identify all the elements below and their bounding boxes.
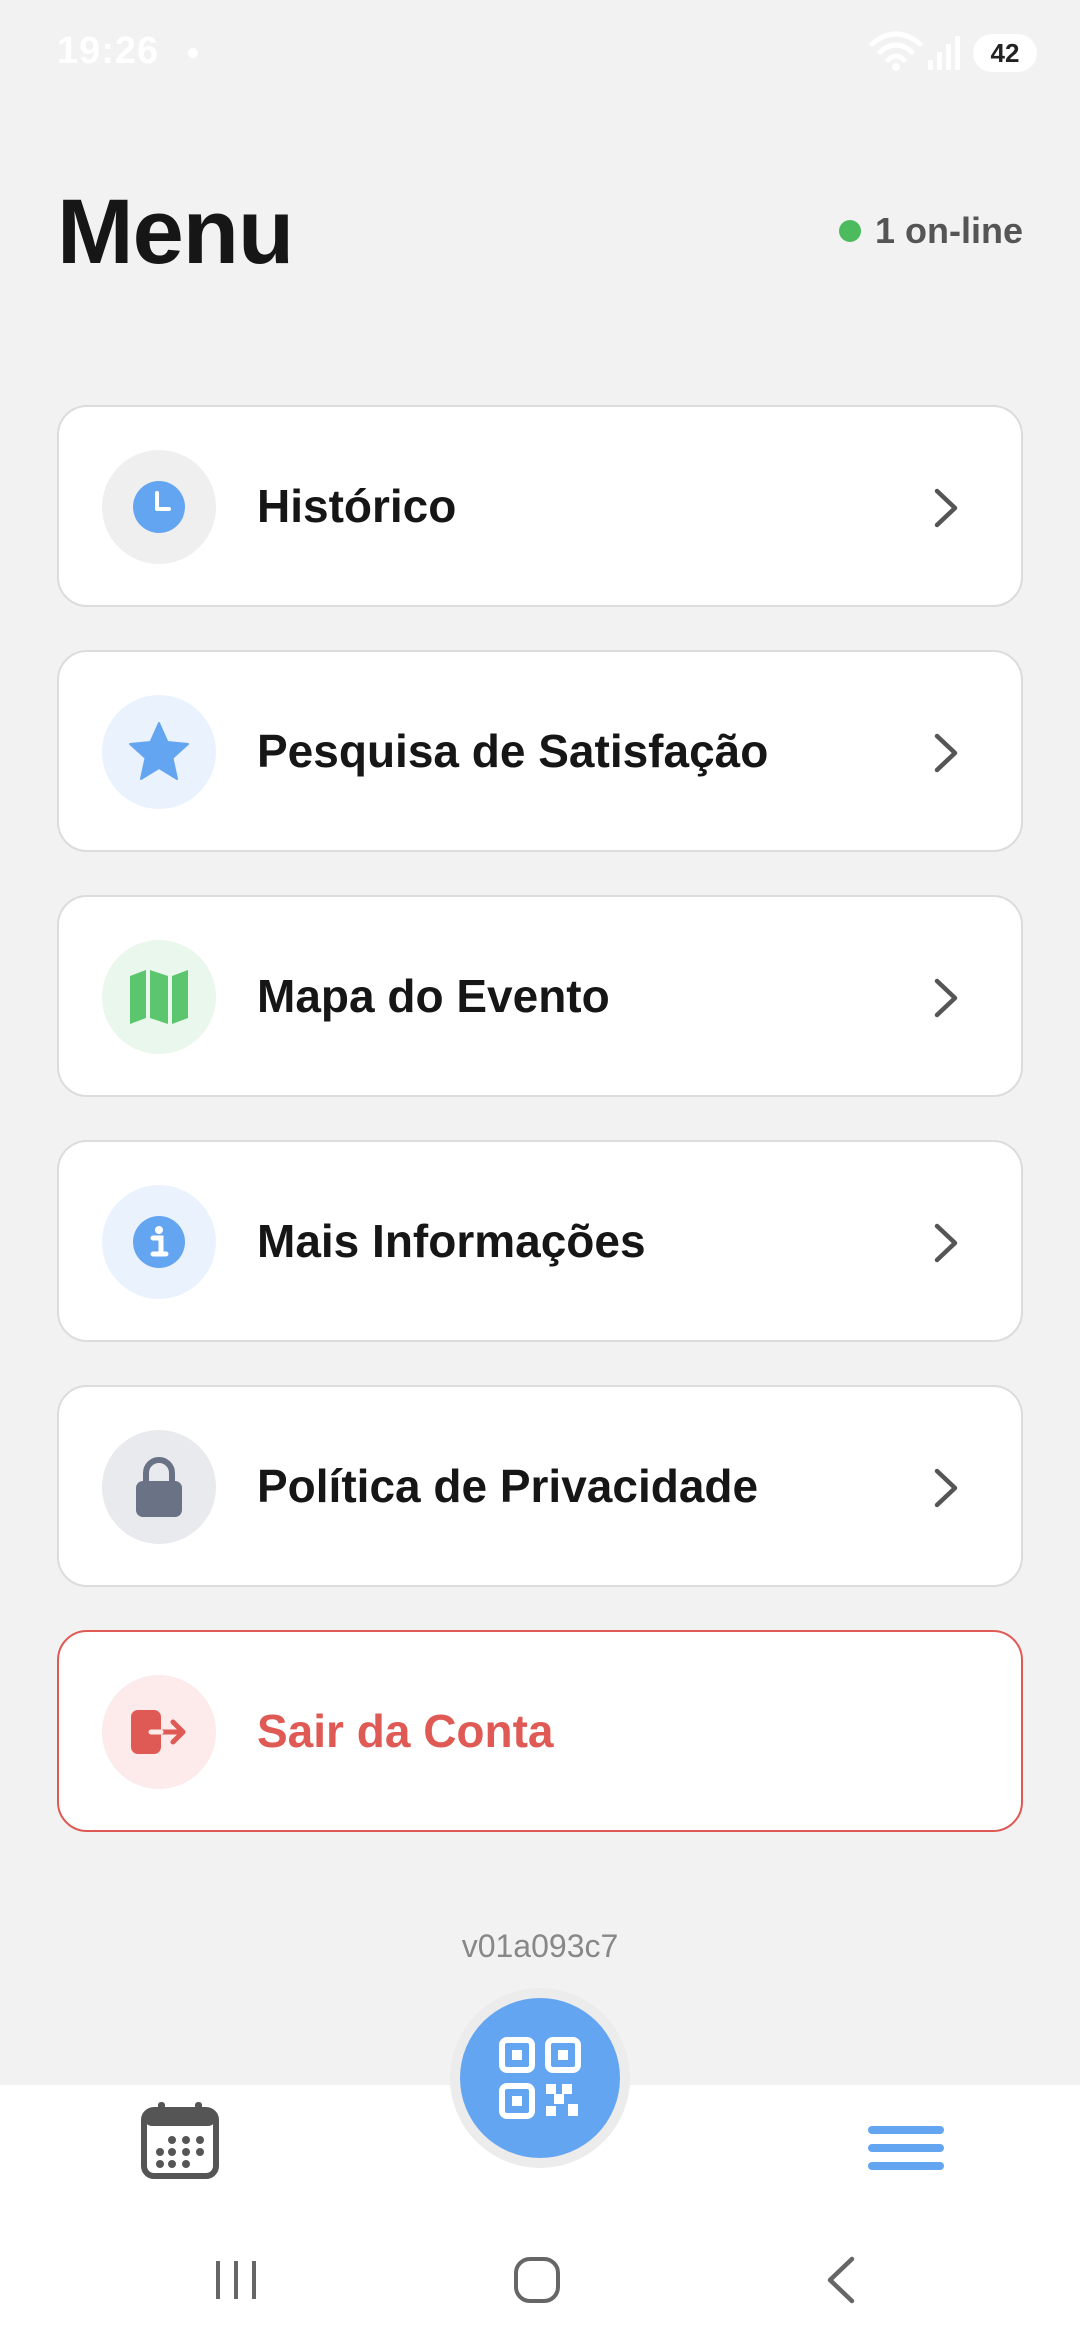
- clock-icon: [133, 481, 185, 533]
- menu-item-label: Pesquisa de Satisfação: [257, 725, 769, 777]
- menu-item-politica-privacidade[interactable]: Política de Privacidade: [57, 1385, 1023, 1587]
- calendar-icon[interactable]: [140, 2100, 220, 2180]
- logout-label: Sair da Conta: [257, 1705, 554, 1757]
- system-nav-bar: [0, 2215, 1080, 2340]
- menu-list: Histórico Pesquisa de Satisfação Mapa do…: [57, 405, 1023, 1875]
- logout-button[interactable]: Sair da Conta: [57, 1630, 1023, 1832]
- online-status: 1 on-line: [838, 210, 1023, 252]
- home-icon[interactable]: [512, 2255, 562, 2305]
- icon-circle: [102, 940, 216, 1054]
- battery-indicator: 42: [973, 34, 1037, 72]
- info-icon: [133, 1216, 185, 1268]
- qr-code-icon: [499, 2037, 581, 2119]
- chevron-right-icon: [934, 1223, 958, 1263]
- online-dot-icon: [838, 220, 861, 242]
- notification-dot-icon: [188, 48, 198, 58]
- status-bar: 19:26 42: [0, 0, 1080, 105]
- wifi-icon: [869, 31, 923, 71]
- icon-circle: [102, 450, 216, 564]
- online-status-label: 1 on-line: [874, 210, 1023, 251]
- qr-scan-button[interactable]: [460, 1998, 620, 2158]
- hamburger-menu-icon[interactable]: [866, 2120, 946, 2180]
- chevron-right-icon: [934, 733, 958, 773]
- icon-circle: [102, 1430, 216, 1544]
- logout-icon: [131, 1710, 186, 1754]
- menu-item-label: Mais Informações: [257, 1215, 646, 1267]
- chevron-right-icon: [934, 978, 958, 1018]
- menu-item-pesquisa-satisfacao[interactable]: Pesquisa de Satisfação: [57, 650, 1023, 852]
- lock-icon: [136, 1457, 182, 1517]
- menu-item-label: Mapa do Evento: [257, 970, 610, 1022]
- app-version: v01a093c7: [461, 1928, 619, 1964]
- page-title: Menu: [57, 181, 294, 283]
- map-icon: [130, 970, 188, 1024]
- star-icon: [129, 722, 189, 780]
- status-time: 19:26: [57, 30, 160, 72]
- menu-item-label: Histórico: [257, 480, 457, 532]
- signal-icon: [928, 36, 960, 70]
- icon-circle: [102, 695, 216, 809]
- menu-item-label: Política de Privacidade: [257, 1460, 759, 1512]
- icon-circle: [102, 1675, 216, 1789]
- icon-circle: [102, 1185, 216, 1299]
- menu-item-mapa-evento[interactable]: Mapa do Evento: [57, 895, 1023, 1097]
- menu-item-mais-informacoes[interactable]: Mais Informações: [57, 1140, 1023, 1342]
- recents-icon[interactable]: [210, 2255, 262, 2303]
- menu-item-historico[interactable]: Histórico: [57, 405, 1023, 607]
- back-icon[interactable]: [820, 2253, 860, 2307]
- chevron-right-icon: [934, 488, 958, 528]
- chevron-right-icon: [934, 1468, 958, 1508]
